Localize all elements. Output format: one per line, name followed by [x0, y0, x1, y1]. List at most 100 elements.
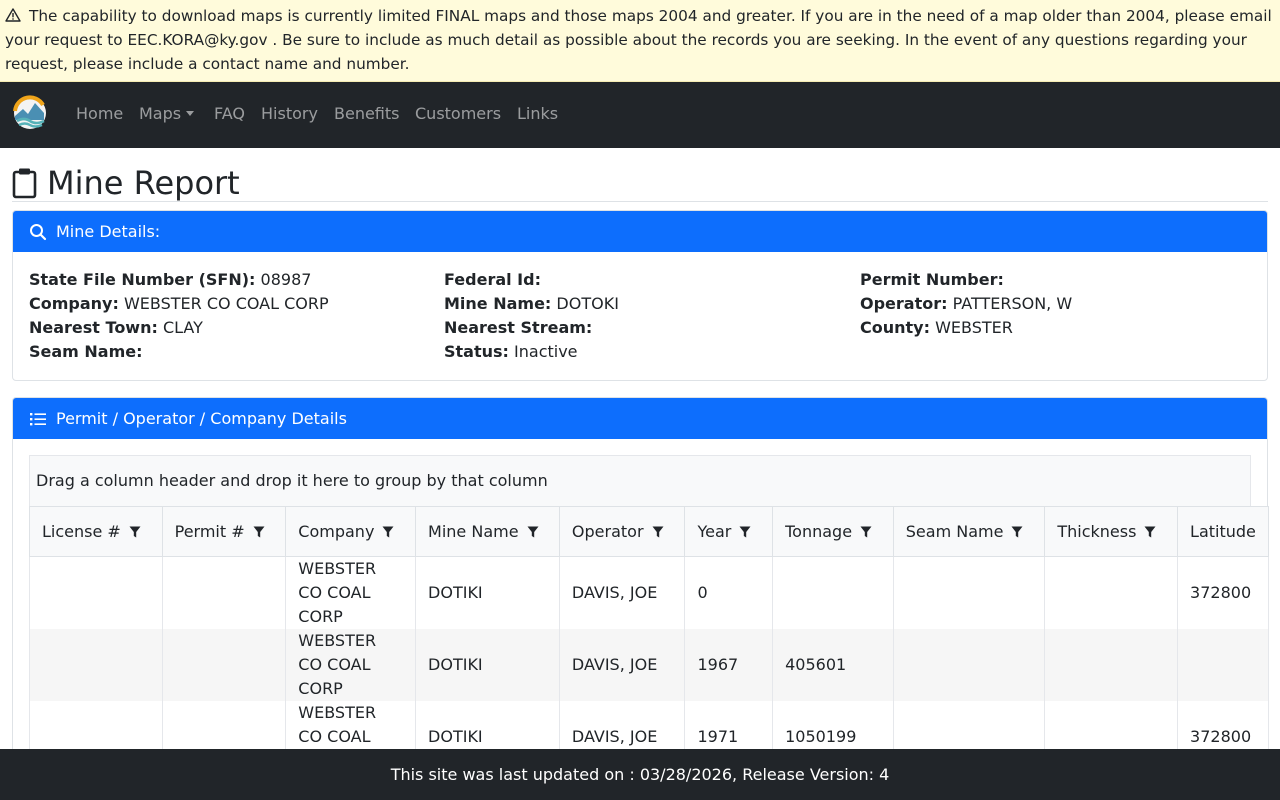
cell-license	[29, 629, 163, 701]
search-icon	[30, 223, 47, 240]
cell-thickness	[1044, 701, 1179, 755]
last-updated-text: This site was last updated on : 03/28/20…	[390, 765, 890, 784]
column-header-mine-name[interactable]: Mine Name	[415, 506, 560, 557]
field-value: CLAY	[162, 318, 203, 337]
permit-details-title: Permit / Operator / Company Details	[56, 409, 347, 428]
nav-benefits[interactable]: Benefits	[334, 104, 400, 124]
cell-permit	[161, 629, 287, 701]
download-limit-alert: The capability to download maps is curre…	[0, 0, 1280, 82]
site-logo[interactable]	[12, 94, 48, 134]
cell-mine-name: DOTIKI	[415, 556, 560, 629]
column-header-tonnage[interactable]: Tonnage	[772, 506, 894, 557]
cell-company: WEBSTER CO COAL CORP	[285, 629, 417, 701]
chevron-down-icon	[186, 111, 195, 116]
list-icon	[30, 412, 46, 425]
table-row[interactable]: WEBSTER CO COAL CORP DOTIKI DAVIS, JOE 0…	[29, 556, 1269, 629]
field-value: Inactive	[514, 342, 578, 361]
field-value: WEBSTER CO COAL CORP	[123, 294, 329, 313]
cell-seam-name	[892, 629, 1046, 701]
field-nearest-town: Nearest Town: CLAY	[29, 318, 203, 337]
cell-mine-name: DOTIKI	[415, 629, 560, 701]
nav-links[interactable]: Links	[517, 104, 558, 124]
cell-thickness	[1044, 629, 1179, 701]
nav-faq[interactable]: FAQ	[214, 104, 245, 124]
top-navbar: Home Maps FAQ History Benefits Customers…	[0, 82, 1280, 148]
filter-icon[interactable]	[527, 526, 539, 538]
nav-maps-dropdown[interactable]: Maps	[139, 104, 195, 124]
cell-company: WEBSTER CO COAL CORP	[285, 556, 417, 629]
field-value: WEBSTER	[935, 318, 1013, 337]
field-value: 08987	[260, 270, 312, 289]
table-row[interactable]: WEBSTER CO COAL CORP DOTIKI DAVIS, JOE 1…	[29, 629, 1269, 701]
cell-mine-name: DOTIKI	[415, 701, 560, 755]
cell-operator: DAVIS, JOE	[558, 556, 686, 629]
cell-permit	[161, 556, 287, 629]
cell-year: 1967	[684, 629, 774, 701]
group-by-panel[interactable]: Drag a column header and drop it here to…	[29, 455, 1251, 506]
cell-license	[29, 701, 163, 755]
mine-details-title: Mine Details:	[56, 222, 161, 241]
cell-operator: DAVIS, JOE	[558, 629, 686, 701]
column-header-permit[interactable]: Permit #	[161, 506, 287, 557]
column-header-company[interactable]: Company	[285, 506, 417, 557]
cell-year: 0	[684, 556, 774, 629]
filter-icon[interactable]	[253, 526, 265, 538]
title-divider	[12, 201, 1268, 202]
field-permit-number: Permit Number:	[860, 270, 1004, 289]
cell-seam-name	[892, 701, 1046, 755]
column-header-operator[interactable]: Operator	[558, 506, 686, 557]
filter-icon[interactable]	[860, 526, 872, 538]
column-header-seam-name[interactable]: Seam Name	[892, 506, 1046, 557]
filter-icon[interactable]	[1144, 526, 1156, 538]
filter-icon[interactable]	[382, 526, 394, 538]
permit-grid: Drag a column header and drop it here to…	[29, 455, 1269, 755]
field-status: Status: Inactive	[444, 342, 578, 361]
mine-details-header: Mine Details:	[13, 211, 1267, 252]
header-row: License # Permit # Company Mine Name Ope…	[29, 506, 1269, 557]
table-row[interactable]: WEBSTER CO COAL CORP DOTIKI DAVIS, JOE 1…	[29, 701, 1269, 755]
nav-history[interactable]: History	[261, 104, 318, 124]
column-header-latitude[interactable]: Latitude	[1177, 506, 1269, 557]
cell-license	[29, 556, 163, 629]
mine-details-card: Mine Details: State File Number (SFN): 0…	[12, 210, 1268, 381]
cell-thickness	[1044, 556, 1179, 629]
cell-permit	[161, 701, 287, 755]
nav-customers[interactable]: Customers	[415, 104, 501, 124]
page-title: Mine Report	[47, 164, 240, 202]
column-header-license[interactable]: License #	[29, 506, 163, 557]
field-mine-name: Mine Name: DOTOKI	[444, 294, 619, 313]
field-value: DOTOKI	[556, 294, 619, 313]
cell-tonnage: 405601	[772, 629, 894, 701]
field-sfn: State File Number (SFN): 08987	[29, 270, 312, 289]
mine-details-body: State File Number (SFN): 08987 Company: …	[13, 252, 1267, 380]
cell-tonnage: 1050199	[772, 701, 894, 755]
filter-icon[interactable]	[1011, 526, 1023, 538]
column-header-year[interactable]: Year	[684, 506, 774, 557]
site-footer: This site was last updated on : 03/28/20…	[0, 749, 1280, 800]
filter-icon[interactable]	[739, 526, 751, 538]
field-company: Company: WEBSTER CO COAL CORP	[29, 294, 329, 313]
filter-icon[interactable]	[652, 526, 664, 538]
cell-operator: DAVIS, JOE	[558, 701, 686, 755]
cell-seam-name	[892, 556, 1046, 629]
permit-details-header: Permit / Operator / Company Details	[13, 398, 1267, 439]
column-header-thickness[interactable]: Thickness	[1044, 506, 1179, 557]
nav-home[interactable]: Home	[76, 104, 123, 124]
clipboard-icon	[12, 168, 37, 199]
field-value: PATTERSON, W	[952, 294, 1073, 313]
field-nearest-stream: Nearest Stream:	[444, 318, 593, 337]
cell-tonnage	[772, 556, 894, 629]
warning-triangle-icon	[5, 8, 21, 22]
nav-maps-label: Maps	[139, 104, 182, 123]
cell-year: 1971	[684, 701, 774, 755]
permit-table: License # Permit # Company Mine Name Ope…	[29, 506, 1269, 755]
cell-latitude: 372800	[1177, 556, 1269, 629]
cell-latitude	[1177, 629, 1269, 701]
page-heading: Mine Report	[12, 164, 240, 202]
field-county: County: WEBSTER	[860, 318, 1013, 337]
field-seam-name: Seam Name:	[29, 342, 143, 361]
cell-latitude: 372800	[1177, 701, 1269, 755]
alert-text: The capability to download maps is curre…	[5, 7, 1272, 73]
filter-icon[interactable]	[129, 526, 141, 538]
field-federal-id: Federal Id:	[444, 270, 541, 289]
